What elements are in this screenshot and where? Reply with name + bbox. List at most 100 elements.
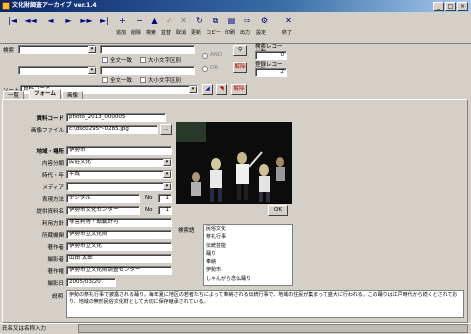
sort-ascending-button[interactable]: ◢ — [202, 84, 213, 95]
cancel-label: 取消 — [176, 30, 187, 36]
export-icon[interactable]: ⇨ — [241, 14, 254, 27]
chevron-down-icon[interactable]: ▾ — [189, 86, 197, 93]
list-item[interactable]: 伝統芸能 — [206, 242, 292, 250]
search-icon: ⚲ — [237, 47, 243, 53]
owner-field[interactable]: 伊勢市立文化財 — [66, 230, 172, 239]
list-item[interactable]: 祭礼行事 — [206, 233, 292, 241]
search-button[interactable]: ⚲ — [233, 45, 247, 56]
content-field[interactable]: 民俗文化 — [66, 158, 172, 167]
code-field[interactable]: photo_2013_000005 — [66, 113, 166, 122]
sort-release-button[interactable]: 解除 — [231, 84, 247, 95]
copy-icon[interactable]: ⧉ — [209, 14, 222, 27]
cancel-icon[interactable]: ✕ — [177, 14, 190, 27]
exact-match-checkbox-1[interactable] — [102, 57, 108, 63]
list-item[interactable]: 奉納 — [206, 258, 292, 266]
last-record-button[interactable]: ►| — [98, 14, 111, 27]
copyright-field[interactable]: 伊勢市立文化財調査センター — [66, 266, 172, 275]
scale-no-label: No — [145, 195, 153, 201]
scale-field[interactable]: デジタル — [66, 194, 140, 203]
search-input-1[interactable] — [100, 45, 195, 54]
app-icon — [2, 2, 10, 10]
maximize-button[interactable]: □ — [445, 2, 456, 11]
sort-descending-button[interactable]: ◥ — [216, 84, 227, 95]
file-field[interactable]: c:\dsc0295～0285.jpg — [66, 125, 158, 134]
holder-field[interactable]: 伊勢市立文化 — [66, 242, 172, 251]
find-icon[interactable]: ▲ — [148, 14, 161, 27]
chevron-down-icon[interactable]: ▾ — [88, 46, 96, 53]
list-item[interactable]: 踊り — [206, 250, 292, 258]
scale-label: 表現方法 — [41, 197, 64, 203]
horizontal-scrollbar[interactable] — [78, 324, 468, 333]
code-label: 資料コード — [36, 116, 64, 122]
sort-icon[interactable]: ✓ — [163, 14, 176, 27]
search-combo-2[interactable] — [18, 66, 96, 75]
file-browse-button[interactable]: ... — [160, 124, 172, 135]
and-radio[interactable] — [202, 53, 208, 59]
media-label: メディア — [42, 185, 64, 191]
settings-icon[interactable]: ⚙ — [258, 14, 271, 27]
chevron-down-icon[interactable]: ▾ — [88, 67, 96, 74]
print-icon[interactable]: ▤ — [225, 14, 238, 27]
list-item[interactable]: 民俗文化 — [206, 225, 292, 233]
total-value: 2 — [255, 68, 287, 77]
filter-release-button[interactable]: 解除 — [233, 62, 247, 73]
refresh-label: 更新 — [191, 30, 202, 36]
status-text: 氏名又は名称入力 — [2, 326, 47, 332]
image-ok-button[interactable]: OK — [268, 205, 288, 216]
media-field[interactable] — [66, 182, 172, 191]
close-button[interactable]: × — [457, 2, 468, 11]
exact-match-checkbox-2[interactable] — [102, 77, 108, 83]
case-checkbox-1[interactable] — [140, 57, 146, 63]
festival-photo-image — [176, 122, 292, 204]
keywords-label: 検索語 — [178, 228, 195, 234]
exit-icon[interactable]: ✕ — [282, 14, 295, 27]
add-icon[interactable]: + — [116, 14, 129, 27]
keywords-list[interactable]: 民俗文化 祭礼行事 伝統芸能 踊り 奉納 伊勢市 しゃんがら念仏踊り — [203, 224, 293, 286]
sort-descending-icon: ◥ — [219, 86, 224, 92]
list-item[interactable]: しゃんがら念仏踊り — [206, 275, 292, 283]
add-label: 追加 — [116, 30, 127, 36]
refresh-icon[interactable]: ↻ — [193, 14, 206, 27]
file-label: 画像ファイル — [30, 128, 64, 134]
scale-no-field[interactable]: 1 — [158, 194, 172, 203]
next-page-button[interactable]: ►► — [80, 14, 93, 27]
source-no-field[interactable]: 1 — [158, 206, 172, 215]
find-label: 検索 — [146, 30, 157, 36]
memo-field[interactable]: 伊勢の祭礼行事で披露される踊り。毎年夏に地区の若者たちによって奉納される伝統行事… — [66, 290, 464, 318]
prev-record-button[interactable]: ◄ — [44, 14, 57, 27]
photographer-field[interactable]: 山田 太郎 — [66, 254, 172, 263]
chevron-down-icon[interactable]: ▾ — [163, 183, 171, 190]
settings-label: 設定 — [256, 30, 267, 36]
delete-label: 削除 — [131, 30, 142, 36]
chevron-down-icon[interactable]: ▾ — [163, 159, 171, 166]
next-record-button[interactable]: ► — [62, 14, 75, 27]
and-label: AND — [210, 52, 223, 58]
search-combo-1[interactable] — [18, 45, 96, 54]
photographer-label: 撮影者 — [47, 257, 64, 263]
window-title: 文化財調査アーカイブ ver.1.4 — [12, 2, 97, 9]
exact-match-label-1: 全文一致 — [110, 58, 133, 64]
minimize-button[interactable]: _ — [433, 2, 444, 11]
copyright-label: 著作権 — [47, 269, 64, 275]
period-field[interactable]: 平成 — [66, 170, 172, 179]
list-item[interactable]: 伊勢市 — [206, 266, 292, 274]
chevron-down-icon[interactable]: ▾ — [163, 171, 171, 178]
prev-page-button[interactable]: ◄◄ — [24, 14, 37, 27]
export-label: 出力 — [240, 30, 251, 36]
search-input-2[interactable] — [100, 66, 195, 75]
source-field[interactable]: 伊勢市文化センター — [66, 206, 140, 215]
content-label: 内容分類 — [41, 161, 64, 167]
source-no-label: No — [145, 207, 153, 213]
or-radio[interactable] — [202, 66, 208, 72]
holder-label: 著作者 — [47, 245, 64, 251]
first-record-button[interactable]: |◄ — [6, 14, 19, 27]
delete-icon[interactable]: − — [133, 14, 146, 27]
case-label-2: 大小文字区別 — [148, 78, 182, 84]
place-field[interactable]: 伊勢市 — [66, 146, 172, 155]
date-field[interactable]: 2005/03/20 — [66, 278, 116, 287]
memo-label: 説明 — [52, 294, 64, 300]
print-label: 印刷 — [225, 30, 236, 36]
period-label: 時代・年 — [41, 173, 64, 179]
case-checkbox-2[interactable] — [140, 77, 146, 83]
use-field[interactable]: 非営利等・転載許可 — [66, 218, 172, 227]
